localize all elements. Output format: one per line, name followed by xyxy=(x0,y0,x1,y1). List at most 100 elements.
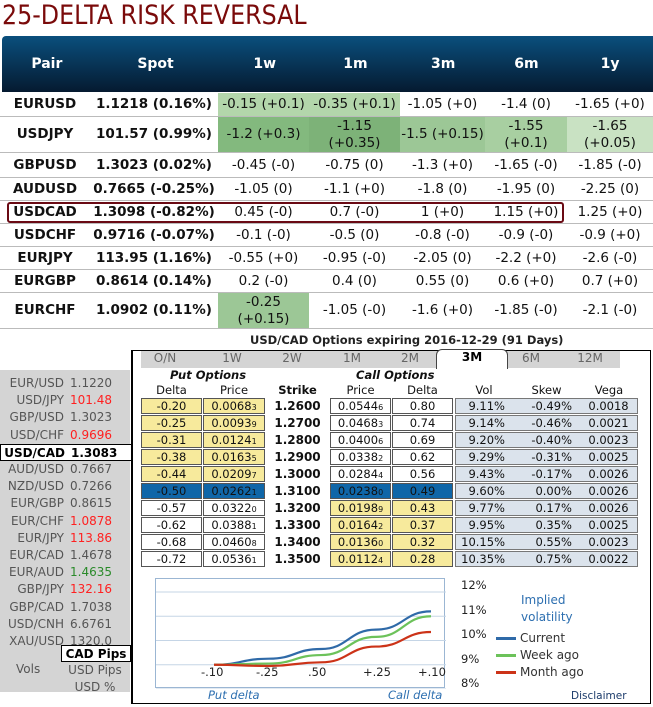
quote-eur-cad[interactable]: EUR/CAD 1.4678 xyxy=(0,547,130,564)
call-price-value: 0.0544 xyxy=(337,399,379,413)
call-price-cell[interactable]: 0.02844 xyxy=(330,466,391,482)
call-price-cell[interactable]: 0.02380 xyxy=(330,483,391,499)
rr-row-gbpusd[interactable]: GBPUSD 1.3023 (0.02%) -0.45 (-0) -0.75 (0) -… xyxy=(0,153,653,178)
tab-2m[interactable]: 2M xyxy=(385,351,435,368)
disclaimer-link[interactable]: Disclaimer xyxy=(571,690,627,702)
quote-eur-usd[interactable]: EUR/USD 1.1220 xyxy=(0,375,130,392)
units-option-usd-pips[interactable]: USD Pips xyxy=(60,662,130,679)
call-price-cell[interactable]: 0.01360 xyxy=(330,534,391,550)
call-price-cell[interactable]: 0.04683 xyxy=(330,415,391,431)
rr-value: -1.8 (0) xyxy=(417,180,468,197)
call-delta-cell[interactable]: 0.56 xyxy=(392,466,453,482)
pip-digit: 8 xyxy=(251,539,257,548)
quote-aud-usd[interactable]: AUD/USD 0.7667 xyxy=(0,461,130,478)
call-price-cell[interactable]: 0.05446 xyxy=(330,398,391,414)
rr-row-audusd[interactable]: AUDUSD 0.7665 (-0.25%) -1.05 (0) -1.1 (+0) -… xyxy=(0,178,653,201)
call-price-cell[interactable]: 0.01642 xyxy=(330,517,391,533)
put-delta-cell[interactable]: -0.38 xyxy=(141,449,202,465)
rr-row-eurgbp[interactable]: EURGBP 0.8614 (0.14%) 0.2 (-0) 0.4 (0) 0.55 … xyxy=(0,270,653,293)
column-header-pair[interactable]: Pair xyxy=(2,56,92,72)
put-price-cell[interactable]: 0.00939 xyxy=(203,415,265,431)
quote-eur-aud[interactable]: EUR/AUD 1.4635 xyxy=(0,564,130,581)
put-delta-cell[interactable]: -0.57 xyxy=(141,500,202,516)
vol-value: 9.11% xyxy=(468,399,505,413)
rr-value: -0.8 (-0) xyxy=(415,226,470,243)
pair-name[interactable]: EURCHF xyxy=(0,293,90,328)
call-delta-cell[interactable]: 0.32 xyxy=(392,534,453,550)
call-delta-cell[interactable]: 0.80 xyxy=(392,398,453,414)
quote-eur-gbp[interactable]: EUR/GBP 0.8615 xyxy=(0,495,130,512)
call-delta-cell[interactable]: 0.74 xyxy=(392,415,453,431)
column-header-1m[interactable]: 1m xyxy=(310,56,401,72)
put-price-cell[interactable]: 0.01241 xyxy=(203,432,265,448)
put-price-cell[interactable]: 0.01635 xyxy=(203,449,265,465)
put-delta-cell[interactable]: -0.68 xyxy=(141,534,202,550)
column-header-6m[interactable]: 6m xyxy=(486,56,568,72)
rr-row-eurusd[interactable]: EURUSD 1.1218 (0.16%) -0.15 (+0.1) -0.35 (+… xyxy=(0,93,653,117)
call-delta-cell[interactable]: 0.69 xyxy=(392,432,453,448)
call-delta-cell[interactable]: 0.49 xyxy=(392,483,453,499)
call-delta-cell[interactable]: 0.43 xyxy=(392,500,453,516)
call-price-cell[interactable]: 0.04006 xyxy=(330,432,391,448)
put-delta-cell[interactable]: -0.50 xyxy=(141,483,202,499)
call-delta-cell[interactable]: 0.28 xyxy=(392,551,453,567)
put-price-cell[interactable]: 0.03881 xyxy=(203,517,265,533)
call-price-value: 0.0136 xyxy=(337,535,379,549)
quote-usd-cad[interactable]: USD/CAD 1.3083 xyxy=(0,443,132,461)
rr-value: -1.65 (-0) xyxy=(494,156,558,173)
column-header-1w[interactable]: 1w xyxy=(219,56,310,72)
tab-12m[interactable]: 12M xyxy=(565,351,615,368)
pair-name[interactable]: EURJPY xyxy=(0,247,90,269)
rr-row-eurchf[interactable]: EURCHF 1.0902 (0.11%) -0.25 (+0.15) -1.05 (… xyxy=(0,293,653,329)
tab-3m[interactable]: 3M xyxy=(436,349,508,369)
put-price-cell[interactable]: 0.03220 xyxy=(203,500,265,516)
tab-1m[interactable]: 1M xyxy=(327,351,377,368)
quote-gbp-usd[interactable]: GBP/USD 1.3023 xyxy=(0,409,130,426)
quote-nzd-usd[interactable]: NZD/USD 0.7266 xyxy=(0,478,130,495)
pair-name[interactable]: GBPUSD xyxy=(0,153,90,177)
rr-row-usdjpy[interactable]: USDJPY 101.57 (0.99%) -1.2 (+0.3) -1.15 (+0… xyxy=(0,117,653,153)
legend-swatch xyxy=(496,653,516,657)
rr-value: 0.4 (0) xyxy=(332,272,377,289)
tab-2w[interactable]: 2W xyxy=(267,351,317,368)
quote-usd-cnh[interactable]: USD/CNH 6.6761 xyxy=(0,616,130,633)
quote-eur-jpy[interactable]: EUR/JPY 113.86 xyxy=(0,530,130,547)
put-delta-cell[interactable]: -0.44 xyxy=(141,466,202,482)
quote-usd-jpy[interactable]: USD/JPY 101.48 xyxy=(0,392,130,409)
tab-6m[interactable]: 6M xyxy=(506,351,556,368)
units-option-cad-pips[interactable]: CAD Pips xyxy=(61,645,131,662)
call-price-cell[interactable]: 0.01124 xyxy=(330,551,391,567)
tab-on[interactable]: O/N xyxy=(140,351,190,368)
rr-row-eurjpy[interactable]: EURJPY 113.95 (1.16%) -0.55 (+0) -0.95 (-0)… xyxy=(0,247,653,270)
pair-name[interactable]: EURGBP xyxy=(0,270,90,292)
call-price-cell[interactable]: 0.03382 xyxy=(330,449,391,465)
put-delta-cell[interactable]: -0.62 xyxy=(141,517,202,533)
call-delta-cell[interactable]: 0.62 xyxy=(392,449,453,465)
rr-row-usdchf[interactable]: USDCHF 0.9716 (-0.07%) -0.1 (-0) -0.5 (0) -0… xyxy=(0,224,653,247)
tab-1w[interactable]: 1W xyxy=(207,351,257,368)
pair-name[interactable]: AUDUSD xyxy=(0,178,90,200)
pair-name[interactable]: USDJPY xyxy=(0,117,90,152)
put-delta-cell[interactable]: -0.25 xyxy=(141,415,202,431)
vol-cell: 9.20% xyxy=(455,432,513,448)
put-price-cell[interactable]: 0.02621 xyxy=(203,483,265,499)
quote-gbp-jpy[interactable]: GBP/JPY 132.16 xyxy=(0,581,130,598)
put-price-cell[interactable]: 0.05361 xyxy=(203,551,265,567)
call-delta-cell[interactable]: 0.37 xyxy=(392,517,453,533)
column-header-spot[interactable]: Spot xyxy=(92,56,220,72)
quote-gbp-cad[interactable]: GBP/CAD 1.7038 xyxy=(0,599,130,616)
put-price-cell[interactable]: 0.04608 xyxy=(203,534,265,550)
quote-usd-chf[interactable]: USD/CHF 0.9696 xyxy=(0,427,130,444)
put-price-cell[interactable]: 0.02097 xyxy=(203,466,265,482)
units-option-usd-[interactable]: USD % xyxy=(60,679,130,696)
put-delta-cell[interactable]: -0.72 xyxy=(141,551,202,567)
column-header-1y[interactable]: 1y xyxy=(567,56,653,72)
column-header-3m[interactable]: 3m xyxy=(401,56,486,72)
pair-name[interactable]: EURUSD xyxy=(0,93,90,116)
quote-eur-chf[interactable]: EUR/CHF 1.0878 xyxy=(0,513,130,530)
call-price-cell[interactable]: 0.01989 xyxy=(330,500,391,516)
put-delta-cell[interactable]: -0.31 xyxy=(141,432,202,448)
put-price-cell[interactable]: 0.00683 xyxy=(203,398,265,414)
put-delta-cell[interactable]: -0.20 xyxy=(141,398,202,414)
pair-name[interactable]: USDCHF xyxy=(0,224,90,246)
